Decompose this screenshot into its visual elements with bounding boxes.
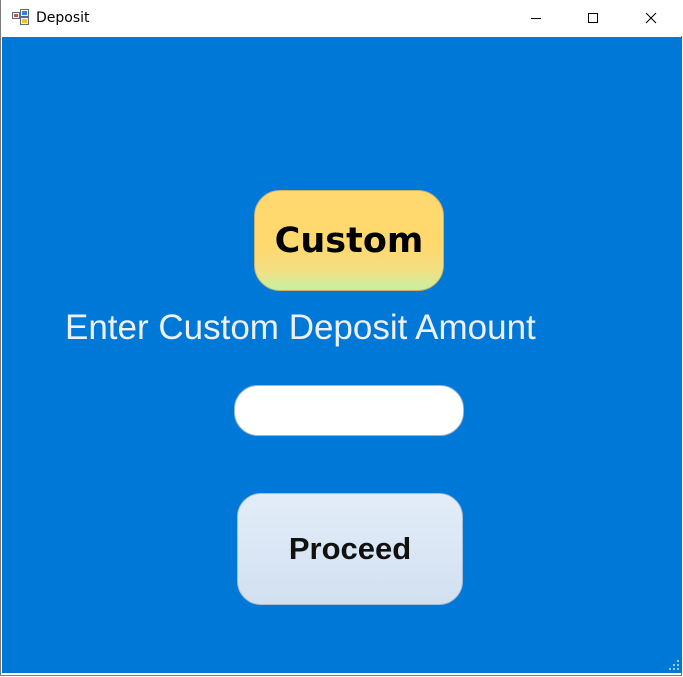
deposit-window: Deposit Custom Enter Custom Deposit Amou… [0, 0, 683, 676]
resize-grip-icon[interactable] [668, 659, 680, 671]
close-button[interactable] [622, 0, 680, 36]
deposit-form-area: Custom Enter Custom Deposit Amount Proce… [2, 37, 682, 673]
window-title: Deposit [36, 10, 90, 26]
maximize-icon [588, 13, 598, 23]
custom-amount-prompt: Enter Custom Deposit Amount [65, 308, 536, 347]
close-icon [645, 12, 657, 24]
minimize-icon [531, 18, 541, 19]
proceed-button[interactable]: Proceed [237, 493, 463, 605]
app-icon [12, 9, 29, 25]
custom-button[interactable]: Custom [254, 190, 444, 291]
title-bar[interactable]: Deposit [1, 0, 683, 36]
minimize-button[interactable] [507, 0, 565, 36]
deposit-amount-input[interactable] [234, 385, 464, 436]
maximize-button[interactable] [564, 0, 622, 36]
